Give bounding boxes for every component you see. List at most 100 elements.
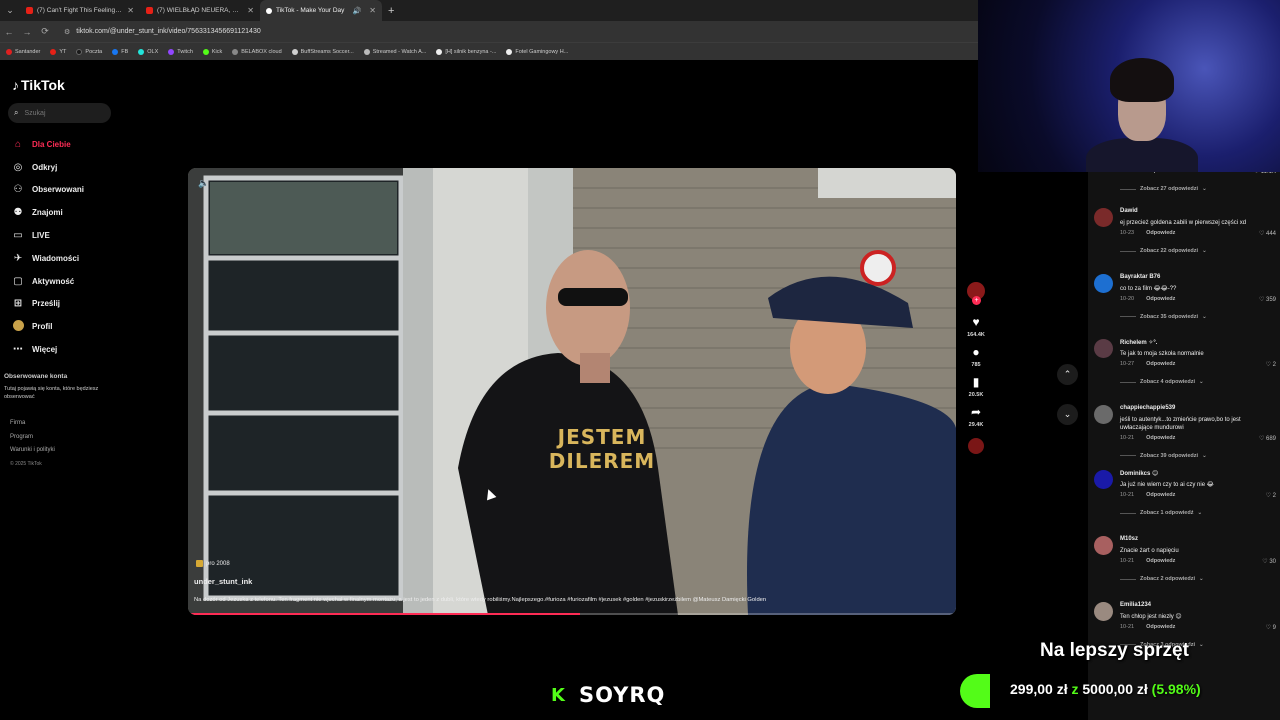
commenter-avatar[interactable] [1094,208,1113,227]
bookmark[interactable]: Santander [6,48,40,55]
forward-arrow-icon[interactable]: → [18,27,36,37]
save-button[interactable]: ▮ 20.5K [969,374,984,398]
like-button[interactable]: ♥ 164.4K [967,314,985,338]
commenter-name[interactable]: Dominikcs 😊 [1120,470,1158,477]
comment-like-button[interactable]: ♡ 444 [1259,230,1276,237]
footer-link-firma[interactable]: Firma [10,420,55,434]
sidebar-item-wiadomosci[interactable]: ✈ Wiadomości [12,247,84,270]
footer-link-terms[interactable]: Warunki i polityki [10,447,55,461]
bookmark[interactable]: BuffStreams Soccer... [291,48,354,55]
chevron-down-icon: ⌄ [1202,186,1207,192]
comment-like-button[interactable]: ♡ 30 [1262,558,1276,565]
bookmark-favicon-icon [50,48,57,55]
reply-button[interactable]: Odpowiedz [1146,492,1175,498]
url-field[interactable]: ⚙ tiktok.com/@under_stunt_ink/video/7563… [64,28,261,36]
browser-tab-3[interactable]: TikTok - Make Your Day 🔊 ✕ [260,0,382,21]
bookmark[interactable]: Kick [202,48,222,55]
sidebar-item-obserwowani[interactable]: ⚇ Obserwowani [12,179,85,202]
sidebar-item-live[interactable]: ▭ LIVE [12,224,84,247]
sidebar-item-odkryj[interactable]: ◎ Odkryj [12,156,84,179]
footer-link-program[interactable]: Program [10,434,55,448]
goal-current: 299,00 zł [1010,681,1068,697]
reply-button[interactable]: Odpowiedz [1146,296,1175,302]
message-icon: ✈ [13,252,23,264]
view-replies-button[interactable]: Zobacz 35 odpowiedzi ⌄ [1120,314,1207,320]
back-arrow-icon[interactable]: ← [0,27,18,37]
video-player[interactable]: JESTEM DILEREM 🔈 pro 2008 under_stunt_in… [188,168,956,615]
comment-button[interactable]: ● 785 [971,344,980,368]
sidebar-item-przeslij[interactable]: ⊞ Prześlij [12,293,84,316]
sidebar-item-wiecej[interactable]: ⋯ Więcej [12,338,84,361]
browser-tab-2[interactable]: (7) WIELBŁĄD NEUERA, GOL W ✕ [140,0,260,21]
bookmark[interactable]: Fotel Gamingowy H... [506,48,568,55]
comment-like-button[interactable]: ♡ 2 [1266,492,1276,499]
search-input[interactable]: ⌕ Szukaj [8,103,111,123]
bookmark[interactable]: [H] silnik benzyna -... [436,48,496,55]
commenter-avatar[interactable] [1094,339,1113,359]
bookmark[interactable]: OLX [138,48,158,55]
reload-icon[interactable]: ⟳ [36,26,54,37]
speaker-icon[interactable]: 🔊 [353,7,362,15]
comment-date: 10-21 [1120,492,1135,499]
sidebar-item-label: Znajomi [32,208,63,218]
follow-plus-icon[interactable]: + [972,296,981,305]
comment-like-button[interactable]: ♡ 359 [1259,296,1276,303]
view-replies-button[interactable]: Zobacz 22 odpowiedzi ⌄ [1120,248,1207,254]
view-replies-button[interactable]: Zobacz 39 odpowiedzi ⌄ [1120,453,1207,459]
commenter-name[interactable]: Emilia1234 [1120,602,1151,608]
site-info-icon[interactable]: ⚙ [64,28,70,36]
author-avatar[interactable]: + [967,282,985,305]
bookmark[interactable]: Poczta [76,48,102,55]
sidebar-item-label: Prześlij [32,299,61,309]
view-replies-button[interactable]: Zobacz 1 odpowiedź ⌄ [1120,510,1202,516]
view-replies-button[interactable]: Zobacz 27 odpowiedzi ⌄ [1120,186,1207,192]
commenter-name[interactable]: Dawid [1120,208,1138,214]
commenter-avatar[interactable] [1094,273,1113,293]
reply-button[interactable]: Odpowiedz [1146,361,1175,367]
sidebar-item-profil[interactable]: Profil [12,315,84,338]
view-replies-button[interactable]: Zobacz 4 odpowiedzi ⌄ [1120,379,1204,385]
comment-like-button[interactable]: ♡ 9 [1266,624,1276,631]
tab-close-icon[interactable]: ✕ [127,6,134,15]
tab-list-chevron-icon[interactable]: ⌄ [0,5,20,16]
commenter-name[interactable]: M10sz [1120,536,1138,542]
new-tab-plus-icon[interactable]: + [388,5,394,17]
commenter-name[interactable]: chappiechappie539 [1120,405,1175,411]
bookmark[interactable]: YT [50,48,66,55]
tiktok-logo[interactable]: ♪ TikTok [12,77,65,93]
reply-button[interactable]: Odpowiedz [1146,624,1175,630]
comment-like-button[interactable]: ♡ 2 [1266,361,1276,368]
sidebar-item-aktywnosc[interactable]: ▢ Aktywność [12,270,84,293]
chevron-down-icon: ⌄ [1202,452,1207,459]
sidebar-item-znajomi[interactable]: ⚉ Znajomi [12,201,84,224]
tab-close-icon[interactable]: ✕ [369,6,376,15]
sidebar-item-dla-ciebie[interactable]: ⌂ Dla Ciebie [12,133,84,156]
commenter-name[interactable]: Bayraktar B76 [1120,274,1160,280]
video-author[interactable]: under_stunt_ink [194,577,252,586]
bookmark[interactable]: Streamed - Watch A... [363,48,426,55]
commenter-avatar[interactable] [1094,601,1113,621]
next-video-chevron-down-icon[interactable]: ⌄ [1057,404,1078,425]
volume-icon[interactable]: 🔈 [198,178,209,189]
commenter-avatar[interactable] [1094,404,1113,424]
reply-button[interactable]: Odpowiedz [1146,435,1175,441]
tab-close-icon[interactable]: ✕ [247,6,254,15]
previous-video-chevron-up-icon[interactable]: ⌃ [1057,364,1078,385]
commenter-avatar[interactable] [1094,536,1113,555]
reply-button[interactable]: Odpowiedz [1146,230,1175,236]
browser-tab-1[interactable]: (7) Can't Fight This Feeling - Yo ✕ [20,0,140,21]
bookmark[interactable]: BELABOX cloud [232,48,282,55]
view-replies-button[interactable]: Zobacz 2 odpowiedzi ⌄ [1120,576,1204,582]
music-disc-icon[interactable] [968,438,984,454]
commenter-avatar[interactable] [1094,470,1113,490]
bookmarks-bar: Santander YT Poczta FB OLX Twitch Kick B… [0,42,978,60]
bookmark[interactable]: Twitch [168,48,193,55]
commenter-name[interactable]: Richelem ✧°. [1120,339,1157,346]
bookmark[interactable]: FB [112,48,128,55]
share-button[interactable]: ➦ 29.4K [969,404,984,428]
goal-target: 5000,00 zł [1082,681,1148,697]
video-description: Na dozór od Jezuska z telefonu. Ten frag… [194,597,767,603]
comment-meta: 10-21 Odpowiedz [1120,624,1175,630]
comment-like-button[interactable]: ♡ 689 [1259,435,1276,442]
reply-button[interactable]: Odpowiedz [1146,558,1175,564]
